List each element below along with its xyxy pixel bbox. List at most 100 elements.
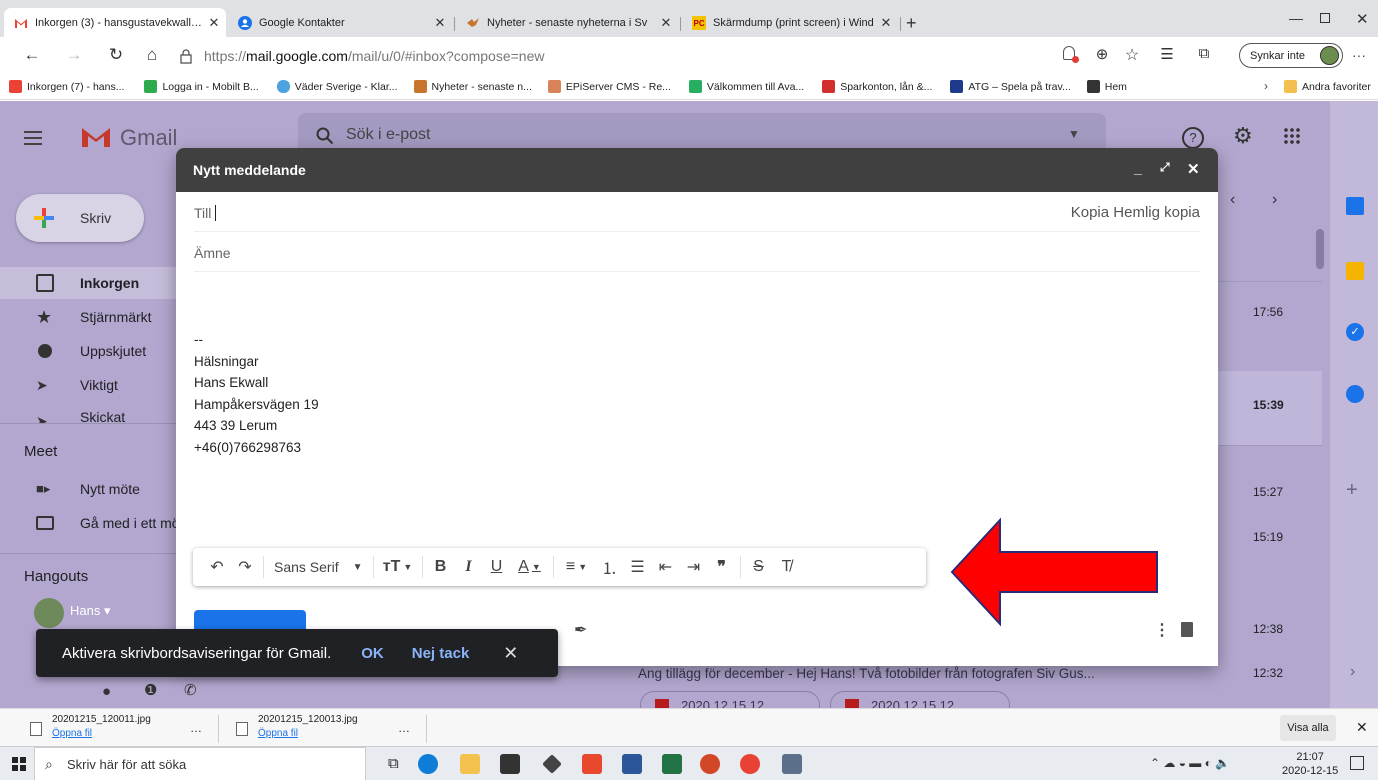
word-icon[interactable] — [622, 754, 642, 774]
remove-formatting-icon[interactable]: T̸ — [773, 558, 801, 576]
calculator-icon[interactable] — [782, 754, 802, 774]
attachment-chip[interactable]: 2020 12 15 12... — [830, 691, 1010, 708]
bookmark-santander[interactable]: Sparkonton, lån &... — [822, 80, 932, 93]
person-icon[interactable]: ● — [102, 683, 111, 700]
compose-button[interactable]: Skriv — [16, 194, 144, 242]
font-select[interactable]: Sans Serif ▼ — [268, 559, 369, 575]
bookmark-avanza[interactable]: Välkommen till Ava... — [688, 80, 804, 93]
other-favorites-folder[interactable]: Andra favoriter — [1284, 80, 1371, 93]
bookmark-episerver[interactable]: EPiServer CMS - Re... — [547, 80, 671, 93]
signature-pen-icon[interactable]: ✒ — [574, 620, 587, 640]
tab-news[interactable]: Nyheter - senaste nyheterna i Sv ✕ — [456, 9, 678, 37]
bookmark-home[interactable]: Hem — [1086, 80, 1127, 93]
sync-profile-button[interactable]: Synkar inte — [1239, 43, 1343, 68]
close-icon[interactable]: ✕ — [503, 643, 518, 664]
show-all-downloads-button[interactable]: Visa alla — [1280, 715, 1336, 741]
tab-gmail-inbox[interactable]: Inkorgen (3) - hansgustavekwall@ ✕ — [4, 8, 226, 37]
minimize-icon[interactable]: _ — [1134, 160, 1142, 176]
message-snippet[interactable]: Ang tillägg för december - Hej Hans! Två… — [638, 666, 1198, 681]
clock[interactable]: 21:07 2020-12-15 — [1282, 750, 1338, 778]
apps-grid-icon[interactable] — [1283, 127, 1301, 145]
zoom-icon[interactable]: ⊕ — [1090, 45, 1114, 63]
bookmark-weather[interactable]: Väder Sverige - Klar... — [276, 80, 398, 93]
bookmark-mobilt-bankid[interactable]: Logga in - Mobilt B... — [144, 80, 259, 93]
indent-less-icon[interactable]: ⇤ — [652, 557, 680, 577]
bcc-link[interactable]: Hemlig kopia — [1113, 204, 1200, 221]
hangouts-chat-icon[interactable]: ❶ — [144, 681, 157, 699]
maximize-window-icon[interactable] — [1320, 13, 1330, 23]
chevron-right-icon[interactable]: › — [1350, 663, 1355, 681]
italic-icon[interactable]: I — [455, 558, 483, 576]
dropbox-icon[interactable] — [542, 754, 562, 774]
close-tab-icon[interactable]: ✕ — [202, 15, 226, 31]
indent-more-icon[interactable]: ⇥ — [680, 557, 708, 577]
powerpoint-icon[interactable] — [700, 754, 720, 774]
tab-screenshot-article[interactable]: PC Skärmdump (print screen) i Wind ✕ — [682, 9, 898, 37]
main-menu-icon[interactable] — [24, 131, 42, 145]
bookmark-atg[interactable]: ATG – Spela på trav... — [950, 80, 1071, 93]
collections-icon[interactable]: ⧉ — [1192, 45, 1216, 62]
url-field[interactable]: https://mail.google.com/mail/u/0/#inbox?… — [178, 42, 1120, 70]
snackbar-no-button[interactable]: Nej tack — [412, 645, 470, 662]
add-addon-icon[interactable]: + — [1346, 479, 1358, 502]
numbered-list-icon[interactable]: ⒈ — [596, 555, 624, 579]
bookmark-inbox[interactable]: Inkorgen (7) - hans... — [9, 80, 124, 93]
underline-icon[interactable]: U — [483, 558, 511, 576]
tray-icons[interactable]: ⌃ ☁ ◒ ▬ ◐ 🔈 — [1150, 756, 1230, 770]
close-window-icon[interactable]: ✕ — [1356, 10, 1369, 28]
tab-google-contacts[interactable]: Google Kontakter ✕ — [228, 9, 452, 37]
favorite-star-icon[interactable]: ☆ — [1120, 45, 1144, 65]
back-icon[interactable]: ← — [20, 45, 44, 65]
cc-bcc-links[interactable]: Kopia Hemlig kopia — [1071, 204, 1200, 221]
download-more-icon[interactable]: … — [398, 721, 410, 735]
calendar-icon[interactable] — [1346, 197, 1364, 215]
download-more-icon[interactable]: … — [190, 721, 202, 735]
office-icon[interactable] — [582, 754, 602, 774]
tracking-icon[interactable] — [1063, 46, 1079, 63]
attachment-chip[interactable]: 2020 12 15 12... — [640, 691, 820, 708]
settings-more-icon[interactable]: ··· — [1352, 47, 1366, 63]
chevron-left-icon[interactable]: ‹ — [1230, 191, 1235, 209]
home-icon[interactable]: ⌂ — [140, 45, 164, 65]
settings-gear-icon[interactable]: ⚙ — [1233, 123, 1253, 149]
task-view-icon[interactable]: ⧉ — [388, 755, 399, 772]
close-download-bar-icon[interactable]: ✕ — [1356, 719, 1368, 736]
chevron-right-icon[interactable]: › — [1272, 191, 1277, 209]
chrome-icon[interactable] — [740, 754, 760, 774]
bulleted-list-icon[interactable]: ☰ — [624, 557, 652, 577]
cc-link[interactable]: Kopia — [1071, 204, 1109, 221]
hangouts-user[interactable]: Hans ▾ — [70, 603, 111, 619]
open-file-link[interactable]: Öppna fil — [258, 728, 358, 739]
bold-icon[interactable]: B — [427, 558, 455, 576]
notifications-icon[interactable] — [1350, 756, 1364, 770]
chevron-right-icon[interactable]: › — [1264, 79, 1268, 93]
close-tab-icon[interactable]: ✕ — [654, 15, 678, 31]
snackbar-ok-button[interactable]: OK — [361, 645, 384, 662]
compose-body[interactable]: -- Hälsningar Hans Ekwall Hampåkersvägen… — [194, 329, 319, 458]
close-tab-icon[interactable]: ✕ — [874, 15, 898, 31]
reload-icon[interactable]: ↻ — [104, 45, 128, 65]
redo-icon[interactable]: ↷ — [231, 557, 259, 577]
minimize-window-icon[interactable]: — — [1289, 10, 1303, 26]
text-color-icon[interactable]: A ▼ — [511, 558, 549, 576]
forward-icon[interactable]: → — [62, 45, 86, 65]
taskbar-search[interactable]: ⌕ Skriv här för att söka — [34, 747, 366, 780]
subject-field[interactable]: Ämne — [194, 234, 1200, 272]
trash-icon[interactable] — [1181, 622, 1193, 637]
search-options-icon[interactable]: ▼ — [1068, 127, 1080, 141]
undo-icon[interactable]: ↶ — [203, 557, 231, 577]
keep-icon[interactable] — [1346, 262, 1364, 280]
align-icon[interactable]: ≡ ▼ — [558, 558, 596, 576]
compose-header[interactable]: Nytt meddelande _ ⤢ ✕ — [176, 148, 1218, 192]
message-list-scrollbar[interactable] — [1316, 229, 1324, 269]
download-item[interactable]: 20201215_120013.jpg Öppna fil — [236, 714, 358, 739]
favorites-list-icon[interactable]: ☰ — [1155, 45, 1179, 63]
open-file-link[interactable]: Öppna fil — [52, 728, 151, 739]
close-tab-icon[interactable]: ✕ — [428, 15, 452, 31]
fullscreen-icon[interactable]: ⤢ — [1160, 160, 1170, 175]
new-tab-icon[interactable]: + — [906, 13, 917, 34]
file-explorer-icon[interactable] — [460, 754, 480, 774]
store-icon[interactable] — [500, 754, 520, 774]
phone-icon[interactable]: ✆ — [184, 681, 197, 699]
text-size-icon[interactable]: ᴛT ▼ — [378, 558, 418, 576]
